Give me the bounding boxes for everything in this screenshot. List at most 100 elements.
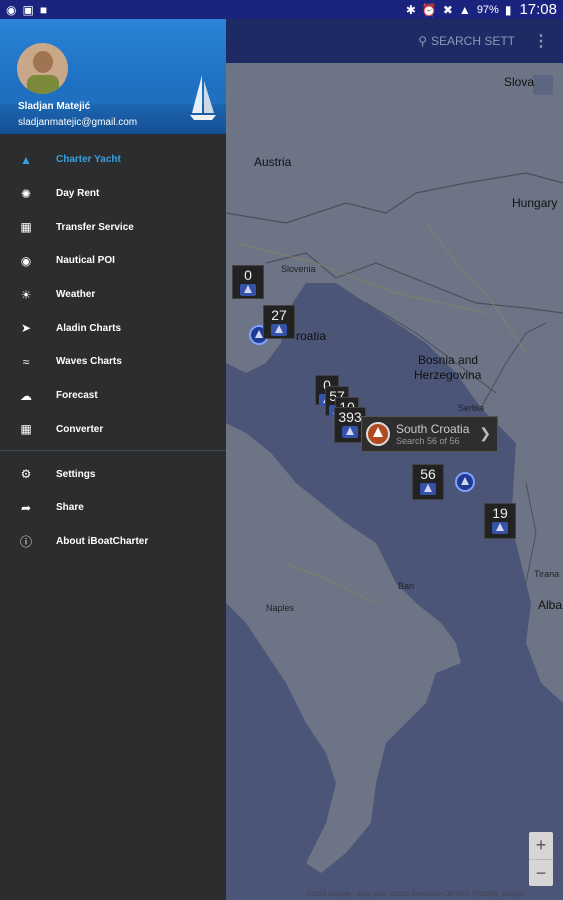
menu-item-label: Converter: [56, 423, 104, 435]
info-icon: ⓘ: [19, 534, 32, 549]
region-info-window[interactable]: South Croatia Search 56 of 56 ❯: [361, 416, 498, 452]
menu-item-aladin-charts[interactable]: ➤ Aladin Charts: [0, 311, 226, 345]
avatar[interactable]: [17, 43, 68, 94]
cluster-count: 27: [271, 307, 287, 323]
cluster-count: 56: [420, 466, 436, 482]
map-label-slovenia: Slovenia: [281, 264, 316, 274]
navigation-drawer: Sladjan Matejić sladjanmatejic@gmail.com…: [0, 19, 226, 900]
status-bar: ◉ ▣ ■ ✱ ⏰ ✖ ▲ 97% ▮ 17:08: [0, 0, 563, 19]
battery-percent: 97%: [476, 3, 499, 16]
map-label-albania: Alba: [538, 598, 563, 612]
menu-divider: [0, 450, 226, 452]
menu-item-about[interactable]: ⓘ About iBoatCharter: [0, 525, 226, 559]
menu-item-weather[interactable]: ☀ Weather: [0, 278, 226, 312]
sailboat-icon: [492, 522, 508, 534]
map-label-bosnia-line1: Bosnia and: [418, 353, 479, 367]
chevron-right-icon[interactable]: ❯: [479, 425, 491, 442]
drawer-menu: ▲ Charter Yacht ✺ Day Rent ▦ Transfer Se…: [0, 143, 226, 558]
map-label-hungary: Hungary: [512, 196, 558, 210]
map-label-slovakia: Slova: [504, 75, 535, 89]
sailboat-icon: [240, 284, 256, 296]
menu-item-label: About iBoatCharter: [56, 535, 149, 547]
location-pin-icon: ◉: [20, 253, 32, 268]
menu-item-label: Weather: [56, 289, 96, 301]
menu-item-label: Waves Charts: [56, 356, 122, 368]
battery-icon: ▮: [504, 2, 512, 17]
menu-item-label: Forecast: [56, 390, 98, 402]
drawer-header: Sladjan Matejić sladjanmatejic@gmail.com: [0, 19, 226, 134]
camera-icon: ■: [39, 2, 48, 17]
share-icon: ➦: [20, 500, 32, 515]
map-label-bari: Bari: [398, 581, 415, 591]
menu-item-settings[interactable]: ⚙ Settings: [0, 457, 226, 491]
alarm-icon: ⏰: [421, 2, 437, 17]
menu-item-charter-yacht[interactable]: ▲ Charter Yacht: [0, 143, 226, 177]
zoom-control: + −: [529, 832, 553, 886]
user-name: Sladjan Matejić: [18, 101, 91, 112]
zoom-in-button[interactable]: +: [529, 832, 553, 859]
location-icon: ◉: [6, 2, 17, 17]
menu-item-label: Charter Yacht: [56, 154, 121, 166]
map-label-naples: Naples: [266, 603, 295, 613]
menu-item-label: Nautical POI: [56, 255, 115, 267]
search-settings-button[interactable]: ⚲ SEARCH SETT: [418, 34, 515, 48]
app-bar: ⚲ SEARCH SETT ⋮: [226, 19, 563, 63]
aladin-icon: ➤: [20, 321, 32, 336]
map-label-austria: Austria: [254, 155, 292, 169]
map-cluster-marker[interactable]: 56: [412, 464, 444, 500]
menu-item-label: Aladin Charts: [56, 322, 122, 334]
map-label-tirana: Tirana: [534, 569, 560, 579]
menu-item-share[interactable]: ➦ Share: [0, 491, 226, 525]
map-pin-marker[interactable]: [455, 472, 475, 492]
map-corner-control[interactable]: [533, 75, 553, 95]
gallery-icon: ▣: [22, 2, 34, 17]
map-cluster-marker[interactable]: 0: [232, 265, 264, 299]
map-cluster-marker[interactable]: 27: [263, 305, 295, 339]
menu-item-waves-charts[interactable]: ≈ Waves Charts: [0, 345, 226, 379]
menu-item-converter[interactable]: ▦ Converter: [0, 413, 226, 447]
map-view[interactable]: Austria Hungary Slovenia roatia Slova Bo…: [226, 63, 563, 900]
avatar-face: [33, 51, 53, 73]
menu-item-nautical-poi[interactable]: ◉ Nautical POI: [0, 244, 226, 278]
region-title: South Croatia: [396, 422, 470, 436]
menu-item-label: Transfer Service: [56, 221, 134, 233]
menu-item-label: Day Rent: [56, 188, 100, 200]
mute-icon: ✖: [442, 2, 453, 17]
map-label-serbia: Serbia: [458, 403, 485, 413]
menu-item-label: Share: [56, 502, 84, 514]
cluster-count: 19: [492, 505, 508, 521]
map-base: [226, 63, 563, 873]
fan-icon: ✺: [20, 186, 32, 201]
sailboat-header-icon: [190, 75, 216, 120]
map-label-bosnia-line2: Herzegovina: [414, 368, 482, 382]
avatar-body: [27, 75, 59, 94]
user-email: sladjanmatejic@gmail.com: [18, 117, 138, 128]
region-sailboat-icon: [366, 422, 390, 446]
wifi-icon: ▲: [458, 2, 471, 17]
search-settings-label: SEARCH SETT: [430, 34, 515, 48]
search-icon: ⚲: [418, 34, 427, 48]
weather-icon: ☀: [20, 287, 32, 302]
grid-icon: ▦: [20, 422, 32, 437]
waves-icon: ≈: [22, 354, 30, 369]
region-subtitle: Search 56 of 56: [396, 436, 460, 446]
sailboat-icon: ▲: [20, 152, 32, 167]
menu-item-forecast[interactable]: ☁ Forecast: [0, 379, 226, 413]
sailboat-icon: [420, 483, 436, 495]
cloud-icon: ☁: [20, 388, 32, 403]
map-cluster-marker[interactable]: 19: [484, 503, 516, 539]
zoom-out-button[interactable]: −: [529, 860, 553, 887]
clock: 17:08: [519, 1, 557, 18]
menu-item-day-rent[interactable]: ✺ Day Rent: [0, 177, 226, 211]
gear-icon: ⚙: [20, 467, 32, 482]
sailboat-icon: [342, 426, 358, 438]
map-label-croatia: roatia: [296, 329, 327, 343]
bluetooth-icon: ✱: [405, 2, 416, 17]
menu-item-label: Settings: [56, 468, 96, 480]
menu-item-transfer-service[interactable]: ▦ Transfer Service: [0, 210, 226, 244]
checkered-icon: ▦: [20, 220, 32, 235]
cluster-count: 0: [244, 267, 252, 283]
sailboat-icon: [271, 324, 287, 336]
more-options-icon[interactable]: ⋮: [533, 31, 549, 51]
map-attribution: ©2016 Google · Map data ©2016 GeoBasis-D…: [306, 891, 525, 898]
